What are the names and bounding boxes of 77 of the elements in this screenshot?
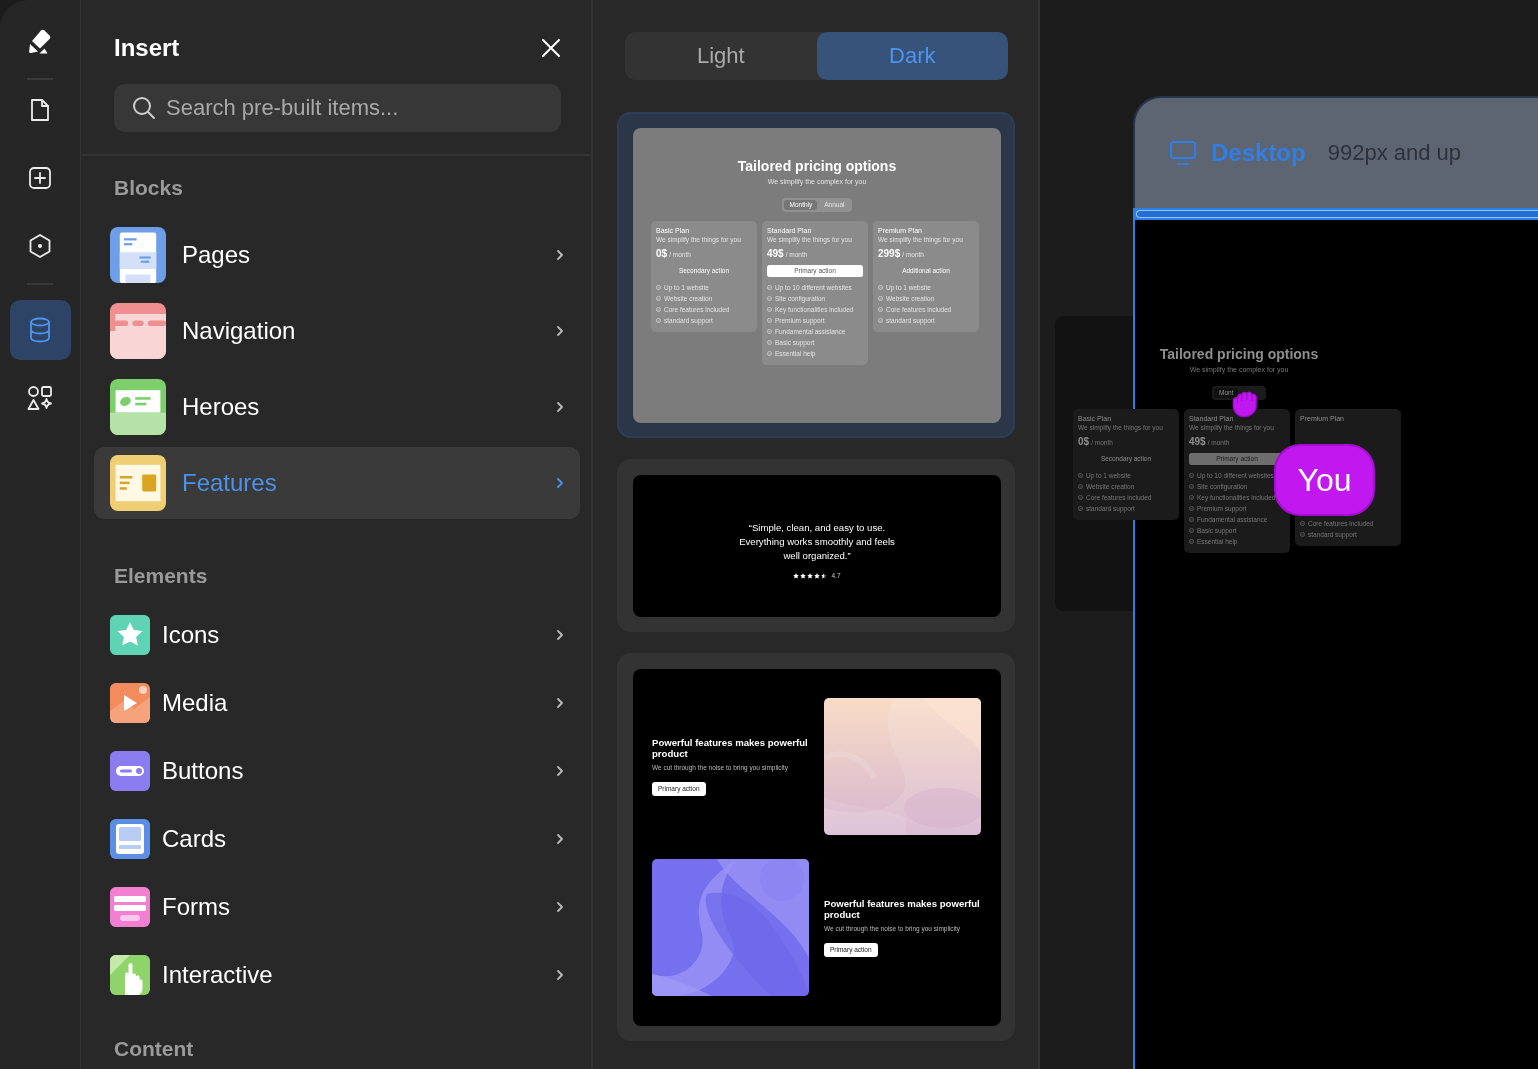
chevron-right-icon <box>556 697 564 709</box>
chevron-right-icon <box>556 249 564 261</box>
check-icon <box>656 307 661 312</box>
check-icon <box>1189 473 1194 478</box>
section-heading: Elements <box>113 564 209 588</box>
check-icon <box>656 296 661 301</box>
check-icon <box>1078 473 1083 478</box>
plan-price: 299$ <box>878 247 901 260</box>
panel-list-item[interactable]: Pages <box>94 219 580 291</box>
check-icon <box>1189 506 1194 511</box>
search-icon <box>132 96 156 120</box>
panel-list-item[interactable]: Navigation <box>94 295 580 367</box>
check-icon <box>1300 521 1305 526</box>
check-icon <box>878 296 883 301</box>
check-icon <box>767 296 772 301</box>
chevron-right-icon <box>556 969 564 981</box>
check-icon <box>1189 484 1194 489</box>
chevron-right-icon <box>556 325 564 337</box>
theme-tab[interactable]: Light <box>625 32 817 80</box>
chevron-right-icon <box>556 629 564 641</box>
check-icon <box>1189 517 1194 522</box>
check-icon <box>1078 484 1083 489</box>
check-icon <box>767 307 772 312</box>
panel-list-item[interactable]: Heroes <box>94 371 580 443</box>
chevron-right-icon <box>556 901 564 913</box>
check-icon <box>656 285 661 290</box>
plan-price: 49$ <box>1189 435 1206 448</box>
feature-heading: Powerful features makes powerful product <box>824 898 981 920</box>
plan-price: 0$ <box>656 247 668 260</box>
document-icon <box>29 98 51 122</box>
check-icon <box>767 351 772 356</box>
panel-title: Insert <box>114 33 180 63</box>
monitor-icon <box>1169 139 1197 167</box>
check-icon <box>767 318 772 323</box>
plus-square-icon <box>28 166 52 190</box>
search-field[interactable]: Search pre-built items... <box>114 84 561 132</box>
panel-list-item[interactable]: Cards <box>94 807 580 871</box>
testimonial-quote: “Simple, clean, and easy to use. Everything works smoothly and feels well organized.” <box>738 521 896 563</box>
chevron-right-icon <box>556 401 564 413</box>
shapes-icon <box>27 385 53 411</box>
check-icon <box>767 285 772 290</box>
check-icon <box>1078 506 1083 511</box>
check-icon <box>767 340 772 345</box>
section-title: Tailored pricing options <box>1158 345 1320 363</box>
check-icon <box>767 329 772 334</box>
check-icon <box>1189 539 1194 544</box>
panel-list-item[interactable]: Interactive <box>94 943 580 1007</box>
chevron-right-icon <box>556 477 564 489</box>
plan-price: 0$ <box>1078 435 1090 448</box>
chevron-right-icon <box>556 765 564 777</box>
selection-bar[interactable] <box>1133 208 1538 220</box>
database-icon <box>29 317 51 343</box>
check-icon <box>1189 528 1194 533</box>
panel-list-item[interactable]: Buttons <box>94 739 580 803</box>
template-card[interactable] <box>617 112 1015 438</box>
plan-price: 49$ <box>767 247 784 260</box>
chevron-right-icon <box>556 833 564 845</box>
hexagon-icon <box>28 233 52 259</box>
panel-list-item[interactable]: Features <box>94 447 580 519</box>
close-icon <box>541 38 561 58</box>
panel-list-item[interactable]: Icons <box>94 603 580 667</box>
check-icon <box>656 318 661 323</box>
breakpoint-range: 992px and up <box>1327 140 1462 166</box>
breakpoint-label: Desktop <box>1211 139 1306 167</box>
check-icon <box>878 307 883 312</box>
panel-list-item[interactable]: Media <box>94 671 580 735</box>
panel-list-item[interactable]: Forms <box>94 875 580 939</box>
section-title: Tailored pricing options <box>736 157 898 175</box>
check-icon <box>1189 495 1194 500</box>
check-icon <box>878 285 883 290</box>
check-icon <box>878 318 883 323</box>
section-heading: Blocks <box>113 176 184 200</box>
section-heading: Content <box>113 1037 195 1061</box>
check-icon <box>1078 495 1083 500</box>
user-cursor-label: You <box>1276 446 1373 514</box>
feature-heading: Powerful features makes powerful product <box>652 737 809 759</box>
check-icon <box>1300 532 1305 537</box>
